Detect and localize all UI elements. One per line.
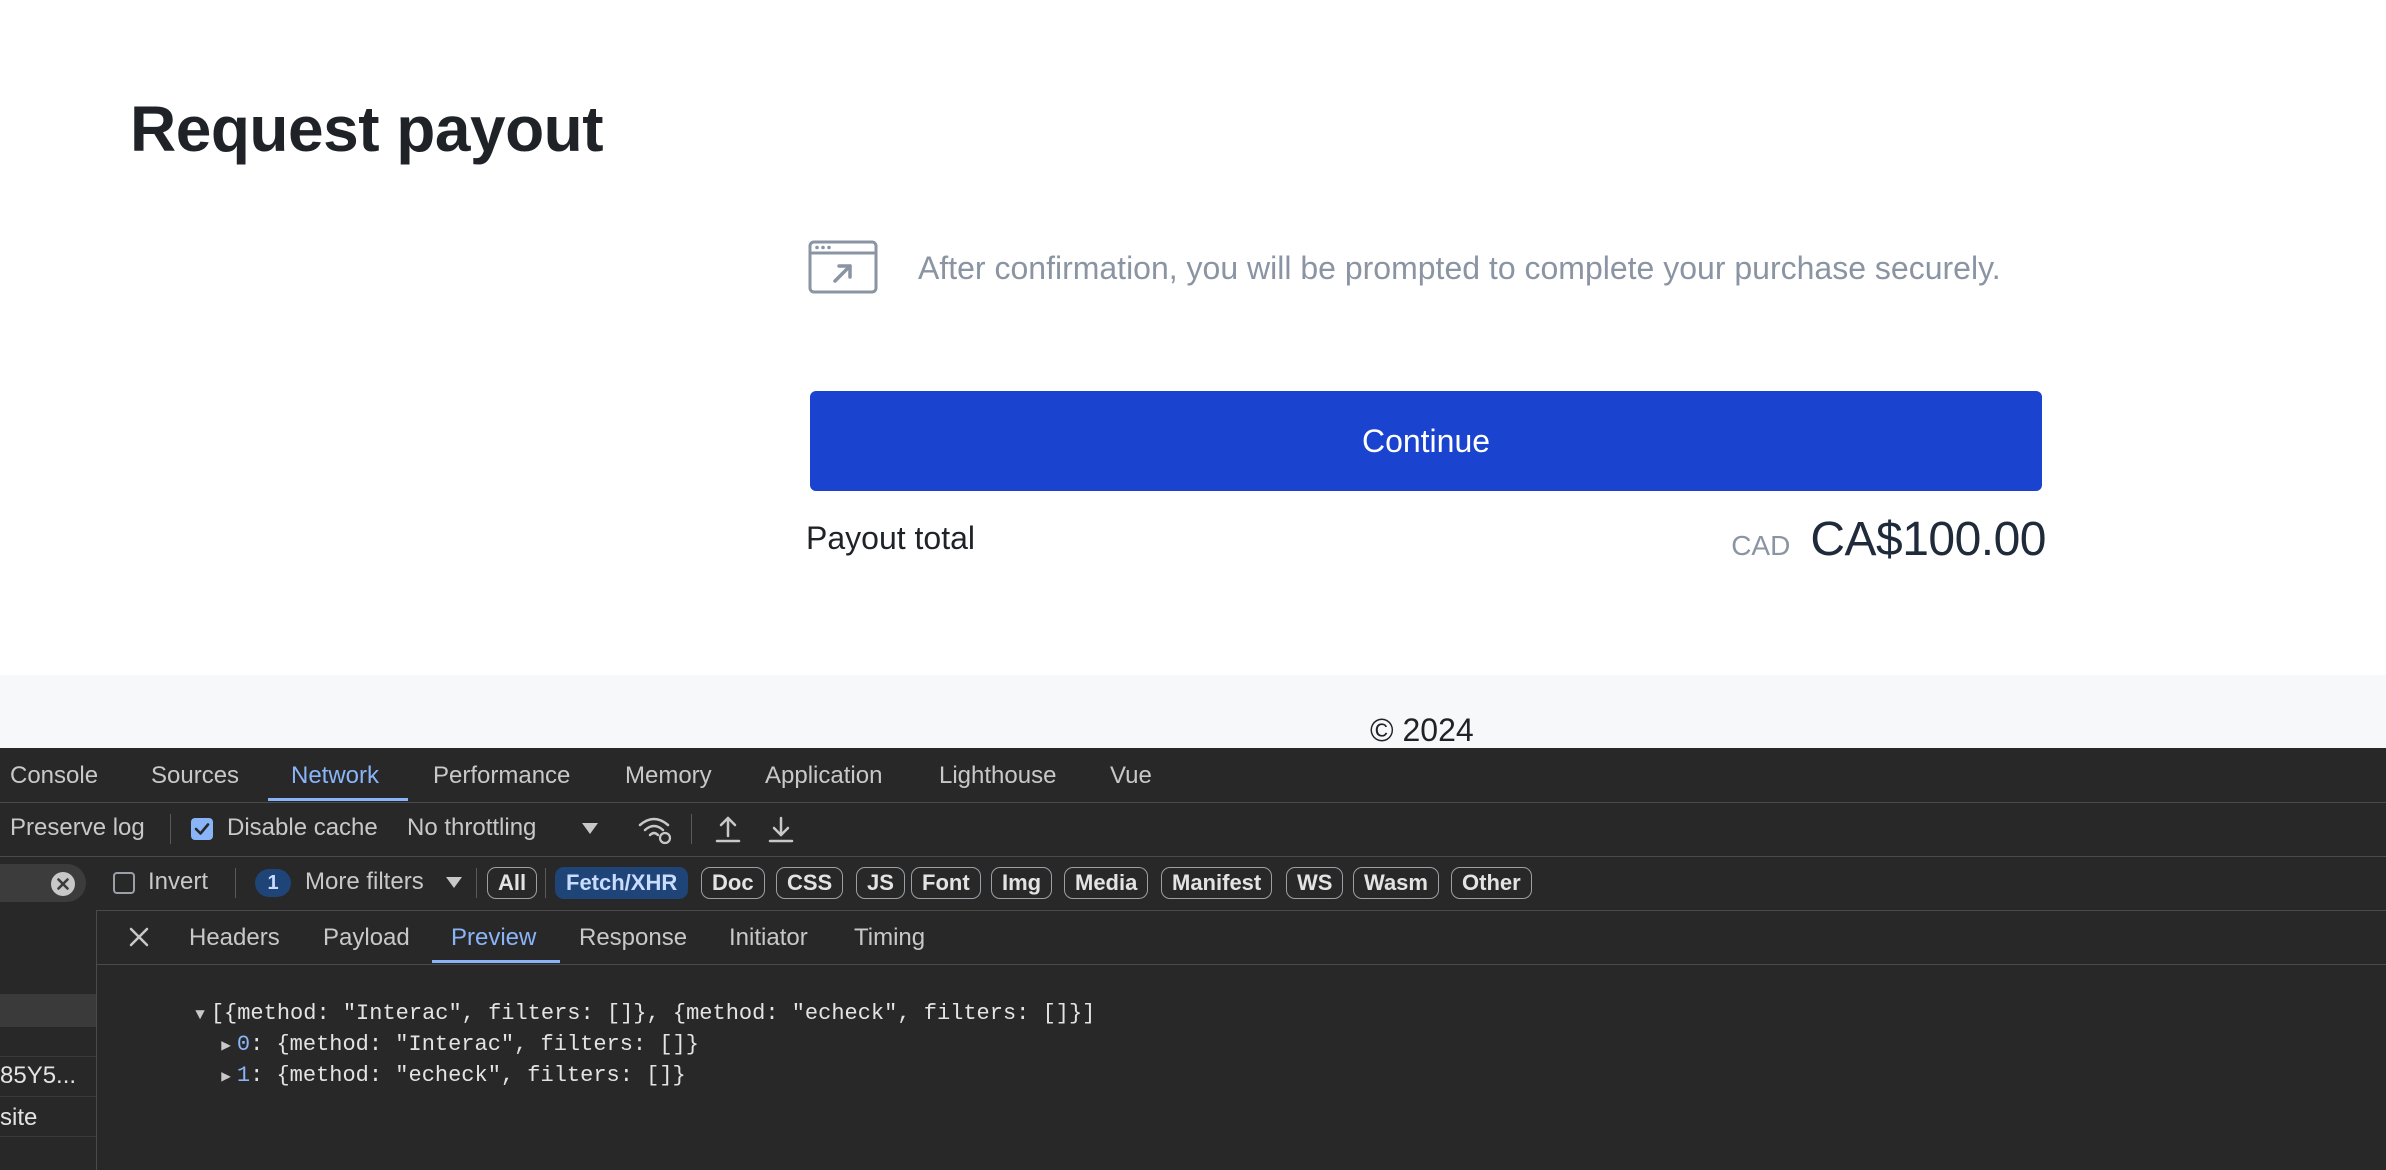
network-filterbar: Invert 1 More filters All Fetch/XHR Doc … <box>0 856 2386 911</box>
notice-text: After confirmation, you will be prompted… <box>918 249 2001 286</box>
network-conditions-icon[interactable] <box>638 815 672 845</box>
payout-page: Request payout After confirmation, you w… <box>0 0 2386 748</box>
request-detail-tabbar: Headers Payload Preview Response Initiat… <box>97 910 2386 965</box>
devtools-tabbar: Console Sources Network Performance Memo… <box>0 748 2386 803</box>
filter-other[interactable]: Other <box>1451 867 1532 899</box>
payout-total-amount: CAD CA$100.00 <box>1731 512 2046 567</box>
dropdown-arrow-icon[interactable] <box>446 877 462 889</box>
request-list-row[interactable]: 85Y5... <box>0 1056 96 1097</box>
currency-code: CAD <box>1731 530 1791 561</box>
filter-wasm[interactable]: Wasm <box>1353 867 1439 899</box>
secure-redirect-notice: After confirmation, you will be prompted… <box>808 240 2001 296</box>
checkmark-icon <box>194 823 210 835</box>
payout-total-label: Payout total <box>806 520 975 556</box>
tab-preview[interactable]: Preview <box>451 924 536 952</box>
tab-application[interactable]: Application <box>765 762 882 790</box>
tab-sources[interactable]: Sources <box>151 762 239 790</box>
tab-payload[interactable]: Payload <box>323 924 410 952</box>
filter-css[interactable]: CSS <box>776 867 844 899</box>
export-har-icon[interactable] <box>767 814 795 844</box>
throttling-select[interactable]: No throttling <box>407 814 536 842</box>
tree-node-value: : {method: "echeck", filters: []} <box>250 1063 686 1088</box>
active-subtab-indicator <box>432 960 560 963</box>
tab-performance[interactable]: Performance <box>433 762 570 790</box>
continue-button[interactable]: Continue <box>810 391 2042 491</box>
devtools-panel: Console Sources Network Performance Memo… <box>0 748 2386 1170</box>
filter-media[interactable]: Media <box>1064 867 1149 899</box>
toolbar-divider <box>476 868 477 898</box>
copyright-text: © 2024 <box>1370 712 1474 748</box>
import-har-icon[interactable] <box>714 814 742 844</box>
filter-count-badge: 1 <box>255 869 291 897</box>
close-icon[interactable] <box>128 926 150 948</box>
tab-headers[interactable]: Headers <box>189 924 280 952</box>
more-filters-button[interactable]: More filters <box>305 868 424 896</box>
external-window-icon <box>808 240 878 294</box>
preserve-log-label[interactable]: Preserve log <box>10 814 145 842</box>
filter-font[interactable]: Font <box>911 867 981 899</box>
request-list: 85Y5... site <box>0 910 97 1170</box>
toolbar-divider <box>170 814 171 844</box>
tab-initiator[interactable]: Initiator <box>729 924 808 952</box>
clear-filter-icon[interactable] <box>50 871 76 897</box>
tree-node-key: 1 <box>236 1063 251 1088</box>
disable-cache-label[interactable]: Disable cache <box>227 814 378 842</box>
page-title: Request payout <box>130 93 604 165</box>
tab-console[interactable]: Console <box>10 762 98 790</box>
expand-triangle-icon[interactable]: ▶ <box>221 1066 231 1086</box>
toolbar-divider <box>545 868 546 898</box>
request-list-row[interactable] <box>0 964 96 995</box>
amount-value: CA$100.00 <box>1810 513 2046 566</box>
tab-vue[interactable]: Vue <box>1110 762 1152 790</box>
request-list-row[interactable]: site <box>0 1096 96 1137</box>
filter-ws[interactable]: WS <box>1286 867 1344 899</box>
filter-img[interactable]: Img <box>991 867 1053 899</box>
filter-js[interactable]: JS <box>856 867 905 899</box>
network-toolbar: Preserve log Disable cache No throttling <box>0 802 2386 857</box>
tab-response[interactable]: Response <box>579 924 687 952</box>
active-tab-indicator <box>268 798 408 801</box>
filter-doc[interactable]: Doc <box>701 867 765 899</box>
request-name[interactable]: 85Y5... <box>0 1062 90 1090</box>
dropdown-arrow-icon[interactable] <box>582 823 598 835</box>
disable-cache-checkbox[interactable] <box>191 818 213 840</box>
request-list-row[interactable] <box>0 1026 96 1057</box>
tab-lighthouse[interactable]: Lighthouse <box>939 762 1056 790</box>
tab-memory[interactable]: Memory <box>625 762 712 790</box>
invert-checkbox[interactable] <box>113 872 135 894</box>
toolbar-divider <box>235 868 236 898</box>
toolbar-divider <box>691 814 692 844</box>
filter-all[interactable]: All <box>487 867 538 899</box>
footer <box>0 675 2386 748</box>
request-name[interactable]: site <box>0 1104 90 1132</box>
request-list-row[interactable] <box>0 994 96 1027</box>
tab-timing[interactable]: Timing <box>854 924 925 952</box>
tree-node[interactable]: ▶ 1: {method: "echeck", filters: []} <box>142 1038 686 1113</box>
filter-fetch-xhr[interactable]: Fetch/XHR <box>555 867 689 899</box>
invert-label[interactable]: Invert <box>148 868 208 896</box>
filter-manifest[interactable]: Manifest <box>1161 867 1273 899</box>
tab-network[interactable]: Network <box>291 762 379 790</box>
